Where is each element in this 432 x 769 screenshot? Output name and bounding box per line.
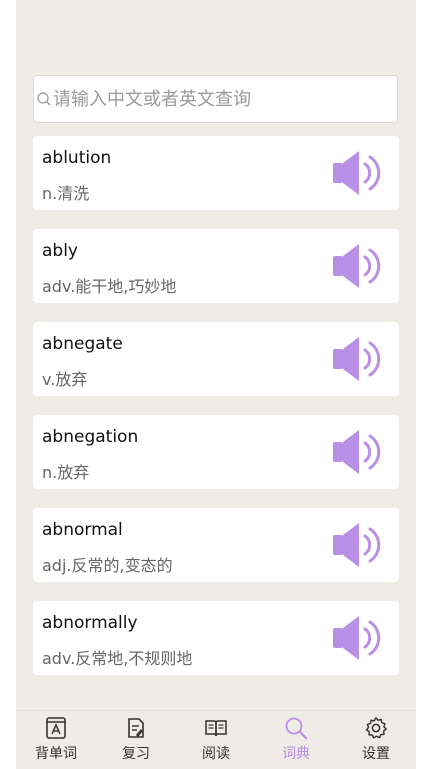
search-icon xyxy=(37,92,51,106)
word-meaning: n.放弃 xyxy=(42,463,90,482)
tab-label: 背单词 xyxy=(35,746,77,762)
flashcard-icon xyxy=(46,717,66,739)
word-text: ably xyxy=(42,241,78,261)
list-item[interactable]: abnormal adj.反常的,变态的 xyxy=(33,508,399,582)
list-item[interactable]: ably adv.能干地,巧妙地 xyxy=(33,229,399,303)
speaker-icon[interactable] xyxy=(331,148,391,198)
word-text: abnegation xyxy=(42,427,139,447)
word-meaning: adj.反常的,变态的 xyxy=(42,556,173,575)
tab-settings[interactable]: 设置 xyxy=(336,711,416,769)
word-meaning: v.放弃 xyxy=(42,370,88,389)
tab-reading[interactable]: 阅读 xyxy=(176,711,256,769)
bottom-tab-bar: 背单词 复习 阅读 词典 设置 xyxy=(16,710,416,769)
tab-flashcards[interactable]: 背单词 xyxy=(16,711,96,769)
word-list: ablution n.清洗 ably adv.能干地,巧妙地 abnegate … xyxy=(33,136,399,694)
speaker-icon[interactable] xyxy=(331,241,391,291)
word-meaning: adv.能干地,巧妙地 xyxy=(42,277,177,296)
list-item[interactable]: abnegation n.放弃 xyxy=(33,415,399,489)
word-meaning: adv.反常地,不规则地 xyxy=(42,649,193,668)
tab-review[interactable]: 复习 xyxy=(96,711,176,769)
speaker-icon[interactable] xyxy=(331,334,391,384)
word-text: abnormally xyxy=(42,613,138,633)
speaker-icon[interactable] xyxy=(331,520,391,570)
word-text: abnormal xyxy=(42,520,123,540)
word-text: ablution xyxy=(42,148,112,168)
search-bar[interactable] xyxy=(33,75,398,123)
tab-label: 阅读 xyxy=(202,746,230,762)
tab-label: 设置 xyxy=(362,746,390,762)
tab-label: 复习 xyxy=(122,746,150,762)
word-text: abnegate xyxy=(42,334,123,354)
book-icon xyxy=(205,720,227,737)
gear-icon xyxy=(365,717,387,739)
tab-dictionary[interactable]: 词典 xyxy=(256,711,336,769)
list-item[interactable]: ablution n.清洗 xyxy=(33,136,399,210)
speaker-icon[interactable] xyxy=(331,613,391,663)
tab-label: 词典 xyxy=(282,746,310,762)
list-item[interactable]: abnormally adv.反常地,不规则地 xyxy=(33,601,399,675)
search-icon xyxy=(285,717,308,740)
word-meaning: n.清洗 xyxy=(42,184,90,203)
list-item[interactable]: abnegate v.放弃 xyxy=(33,322,399,396)
review-icon xyxy=(128,718,144,738)
search-input[interactable] xyxy=(52,88,397,110)
speaker-icon[interactable] xyxy=(331,427,391,477)
